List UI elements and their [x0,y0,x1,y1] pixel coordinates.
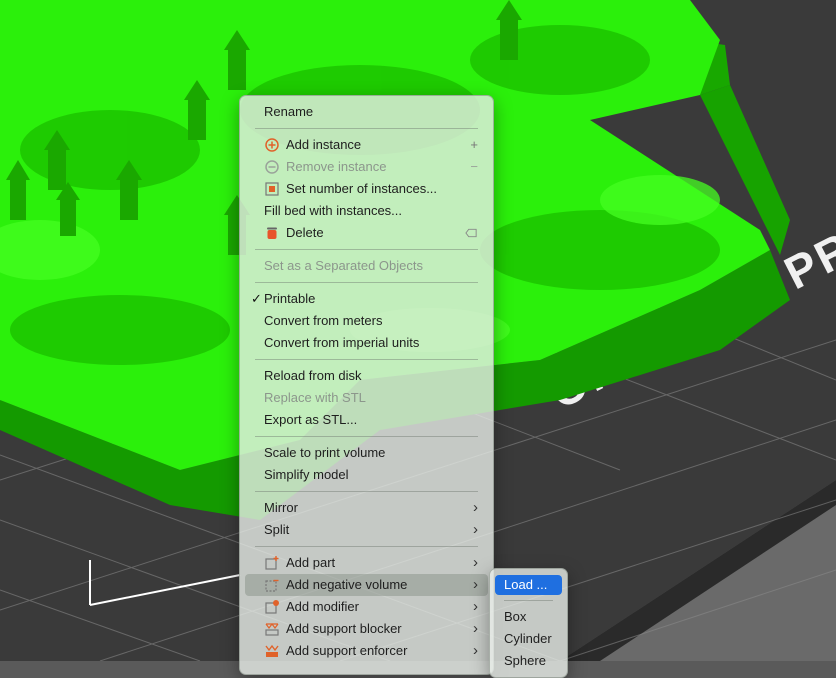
menu-item-rename[interactable]: Rename [245,101,488,123]
negative-volume-submenu: Load ... Box Cylinder Sphere [489,568,568,678]
menu-item-convert-from-imperial[interactable]: Convert from imperial units [245,332,488,354]
submenu-item-load[interactable]: Load ... [495,575,562,595]
support-enforcer-icon [265,644,279,657]
menu-item-replace-with-stl[interactable]: Replace with STL [245,387,488,409]
object-context-menu: Rename Add instance + Remove instance − … [239,95,494,675]
menu-item-set-number-of-instances[interactable]: Set number of instances... [245,178,488,200]
menu-separator [255,546,478,547]
trash-icon [267,227,277,239]
menu-separator [255,128,478,129]
modifier-icon [265,600,279,614]
menu-item-add-support-enforcer[interactable]: Add support enforcer › [245,640,488,662]
chevron-right-icon: › [473,554,478,571]
menu-item-add-support-blocker[interactable]: Add support blocker › [245,618,488,640]
instances-count-icon [265,182,279,196]
menu-item-printable[interactable]: ✓ Printable [245,288,488,310]
submenu-item-box[interactable]: Box [495,607,562,627]
chevron-right-icon: › [473,620,478,637]
add-part-icon [265,556,279,570]
menu-item-simplify-model[interactable]: Simplify model [245,464,488,486]
menu-item-reload-from-disk[interactable]: Reload from disk [245,365,488,387]
menu-separator [255,491,478,492]
menu-item-mirror[interactable]: Mirror › [245,497,488,519]
submenu-item-sphere[interactable]: Sphere [495,651,562,671]
menu-item-remove-instance[interactable]: Remove instance − [245,156,488,178]
menu-item-add-part[interactable]: Add part › [245,552,488,574]
chevron-right-icon: › [473,499,478,516]
remove-circle-icon [265,160,279,174]
chevron-right-icon: › [473,642,478,659]
chevron-right-icon: › [473,576,478,593]
menu-item-add-instance[interactable]: Add instance + [245,134,488,156]
menu-item-add-negative-volume[interactable]: Add negative volume › [245,574,488,596]
add-circle-icon [265,138,279,152]
menu-item-add-modifier[interactable]: Add modifier › [245,596,488,618]
chevron-right-icon: › [473,521,478,538]
menu-separator [255,359,478,360]
menu-separator [504,600,553,601]
support-blocker-icon [265,623,279,636]
menu-item-scale-to-print-volume[interactable]: Scale to print volume [245,442,488,464]
submenu-item-cylinder[interactable]: Cylinder [495,629,562,649]
delete-key-icon [465,228,477,238]
menu-item-export-as-stl[interactable]: Export as STL... [245,409,488,431]
menu-item-delete[interactable]: Delete [245,222,488,244]
menu-item-set-separated-objects[interactable]: Set as a Separated Objects [245,255,488,277]
menu-separator [255,282,478,283]
negative-volume-icon [265,579,279,592]
checkmark-icon: ✓ [251,291,262,306]
menu-separator [255,249,478,250]
menu-separator [255,436,478,437]
menu-item-fill-bed[interactable]: Fill bed with instances... [245,200,488,222]
menu-item-split[interactable]: Split › [245,519,488,541]
chevron-right-icon: › [473,598,478,615]
menu-item-convert-from-meters[interactable]: Convert from meters [245,310,488,332]
